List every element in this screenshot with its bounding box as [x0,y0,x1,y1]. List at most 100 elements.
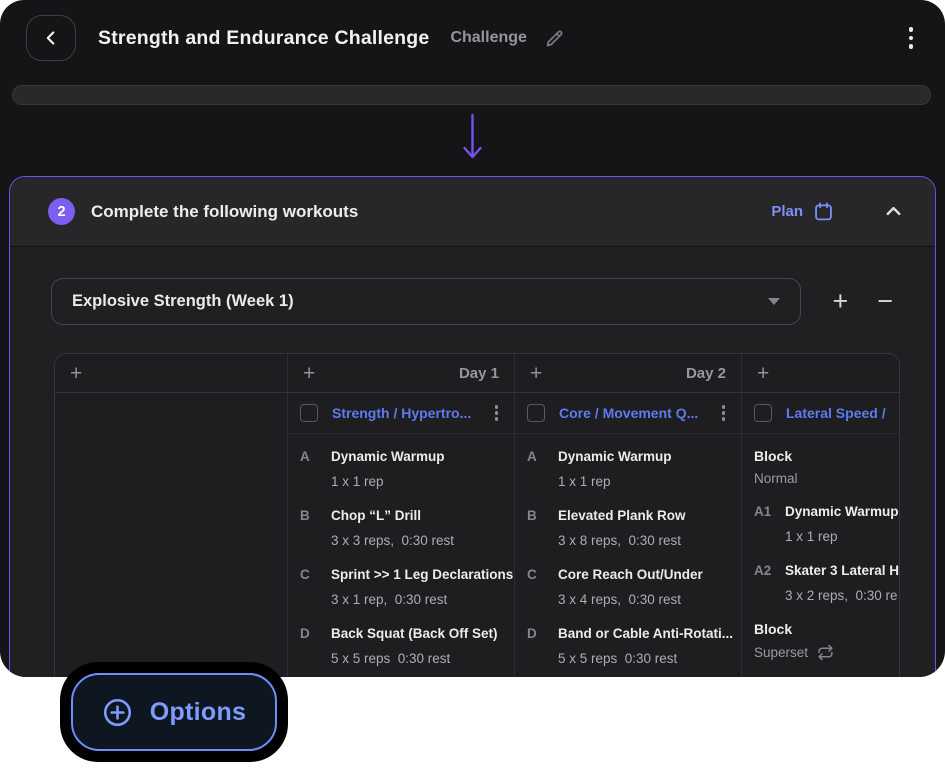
plan-button[interactable]: Plan [771,201,834,222]
board-column-day3: Lateral Speed / Ply Block Normal A1 Dyna… [742,393,899,677]
exercise-detail: 1 x 1 rep [331,474,445,489]
exercise-list: Block Normal A1 Dynamic Warmup 1 x 1 rep… [742,434,899,677]
plan-label: Plan [771,203,803,220]
exercise-name: Band or Cable Anti-Rotati... [558,626,733,641]
exercise-name: Sprint >> 1 Leg Declarations [331,567,513,582]
exercise-tag: A [300,448,331,489]
exercise-detail: 3 x 2 reps, 0:30 re [785,588,899,603]
exercise-row[interactable]: B Elevated Plank Row 3 x 8 reps, 0:30 re… [527,507,735,548]
exercise-detail: 1 x 1 rep [785,529,899,544]
workout-card-header: Strength / Hypertro... [288,393,514,434]
workout-card-header: Lateral Speed / Ply [742,393,899,434]
exercise-detail: 5 x 5 reps 0:30 rest [558,651,733,666]
exercise-row[interactable]: B Chop “L” Drill 3 x 3 reps, 0:30 rest [300,507,508,548]
week-select-dropdown[interactable]: Explosive Strength (Week 1) [51,278,801,325]
exercise-name: Skater 3 Lateral Ho [785,563,899,578]
exercise-tag: A2 [754,562,785,603]
exercise-row[interactable]: C Core Reach Out/Under 3 x 4 reps, 0:30 … [527,566,735,607]
exercise-name: Core Reach Out/Under [558,567,703,582]
day-label: Day 1 [459,365,499,382]
arrow-down-icon [460,112,485,162]
block-mode: Normal [754,471,893,486]
exercise-name: Dynamic Warmup [331,449,445,464]
exercise-detail: 3 x 3 reps, 0:30 rest [331,533,454,548]
exercise-name: Elevated Plank Row [558,508,686,523]
exercise-row[interactable]: A Dynamic Warmup 1 x 1 rep [300,448,508,489]
add-workout-button[interactable]: + [303,363,315,384]
step-header: 2 Complete the following workouts Plan [10,177,935,247]
exercise-detail: 5 x 5 reps 0:30 rest [331,651,498,666]
exercise-name: Dynamic Warmup [785,504,899,519]
workout-board: + + Day 1 + Day 2 + Strength / Hy [54,353,900,677]
previous-step-card[interactable] [12,85,931,105]
exercise-detail: 3 x 8 reps, 0:30 rest [558,533,686,548]
app-window: Strength and Endurance Challenge Challen… [0,0,945,677]
exercise-detail: 3 x 4 reps, 0:30 rest [558,592,703,607]
exercise-tag: A1 [754,503,785,544]
exercise-tag: C [300,566,331,607]
workout-kebab-icon[interactable] [491,403,503,423]
exercise-name: Chop “L” Drill [331,508,421,523]
exercise-row[interactable]: D Back Squat (Back Off Set) 5 x 5 reps 0… [300,625,508,666]
block-group: Block Normal [754,448,893,486]
exercise-list: A Dynamic Warmup 1 x 1 rep B Elevated Pl… [515,434,741,677]
add-workout-button[interactable]: + [530,363,542,384]
top-bar: Strength and Endurance Challenge Challen… [0,0,945,76]
exercise-list: A Dynamic Warmup 1 x 1 rep B Chop “L” Dr… [288,434,514,677]
remove-week-button[interactable]: − [877,288,893,315]
step-card: 2 Complete the following workouts Plan E… [9,176,936,677]
exercise-tag: B [300,507,331,548]
step-number-badge: 2 [48,198,75,225]
workout-kebab-icon[interactable] [718,403,730,423]
chevron-left-icon [40,27,62,49]
exercise-row[interactable]: D Band or Cable Anti-Rotati... 5 x 5 rep… [527,625,735,666]
week-select-value: Explosive Strength (Week 1) [72,292,294,311]
exercise-row[interactable]: A2 Skater 3 Lateral Ho 3 x 2 reps, 0:30 … [754,562,893,603]
exercise-tag: B [527,507,558,548]
pencil-icon[interactable] [544,28,565,49]
workout-checkbox[interactable] [300,404,318,422]
block-label: Block [754,621,893,637]
exercise-tag: D [527,625,558,666]
block-label: Block [754,448,893,464]
board-column-day1: Strength / Hypertro... A Dynamic Warmup … [288,393,515,677]
page-type-label: Challenge [450,29,526,47]
day-label: Day 2 [686,365,726,382]
block-group: Block Superset [754,621,893,661]
board-header-cell: + [55,354,288,393]
block-mode-label: Superset [754,645,808,660]
exercise-tag: C [527,566,558,607]
workout-checkbox[interactable] [527,404,545,422]
calendar-icon [813,201,834,222]
add-workout-button[interactable]: + [757,363,769,384]
week-selector-row: Explosive Strength (Week 1) + − [10,278,935,325]
back-button[interactable] [26,15,76,61]
workout-title-link[interactable]: Lateral Speed / Ply [786,405,887,421]
board-header-cell: + Day 1 [288,354,515,393]
page-title: Strength and Endurance Challenge [98,27,429,50]
kebab-menu-icon[interactable] [903,23,920,53]
exercise-row[interactable]: A Dynamic Warmup 1 x 1 rep [527,448,735,489]
block-mode: Superset [754,644,893,661]
add-week-button[interactable]: + [832,288,848,315]
board-column-empty [55,393,288,677]
board-header-cell: + Day 2 [515,354,742,393]
exercise-tag: A [527,448,558,489]
workout-checkbox[interactable] [754,404,772,422]
exercise-tag: D [300,625,331,666]
workout-title-link[interactable]: Strength / Hypertro... [332,405,471,421]
step-title: Complete the following workouts [91,202,358,222]
chevron-up-icon [882,200,905,223]
options-label: Options [150,698,247,727]
options-button[interactable]: Options [71,673,277,751]
collapse-button[interactable] [882,200,905,223]
add-workout-button[interactable]: + [70,363,82,384]
workout-card-header: Core / Movement Q... [515,393,741,434]
exercise-row[interactable]: A1 Dynamic Warmup 1 x 1 rep [754,503,893,544]
exercise-detail: 1 x 1 rep [558,474,672,489]
exercise-detail: 3 x 1 rep, 0:30 rest [331,592,513,607]
workout-title-link[interactable]: Core / Movement Q... [559,405,698,421]
exercise-row[interactable]: C Sprint >> 1 Leg Declarations 3 x 1 rep… [300,566,508,607]
plus-circle-icon [102,697,133,728]
exercise-name: Dynamic Warmup [558,449,672,464]
